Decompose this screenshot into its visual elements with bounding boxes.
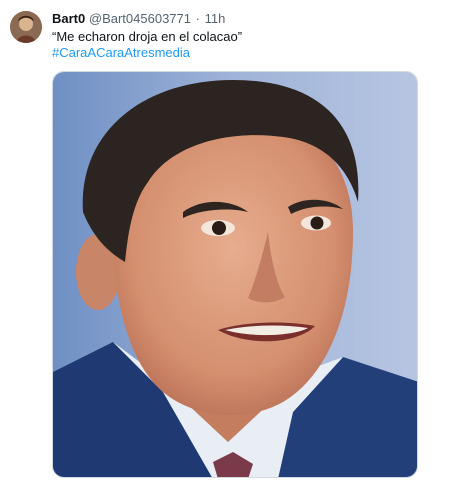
timestamp[interactable]: 11h: [205, 11, 226, 26]
separator-dot: ·: [195, 11, 200, 26]
user-handle[interactable]: @Bart045603771: [89, 11, 191, 26]
avatar[interactable]: [10, 11, 42, 43]
tweet-media-photo[interactable]: [52, 71, 418, 478]
user-avatar-icon: [10, 11, 42, 43]
tweet[interactable]: Bart0 @Bart045603771 · 11h “Me echaron d…: [0, 0, 452, 480]
tweet-header: Bart0 @Bart045603771 · 11h: [52, 11, 225, 27]
hashtag-link[interactable]: #CaraACaraAtresmedia: [52, 45, 190, 61]
tweet-text: “Me echaron droja en el colacao”: [52, 29, 243, 44]
display-name[interactable]: Bart0: [52, 11, 85, 26]
photo-icon: [53, 72, 417, 477]
